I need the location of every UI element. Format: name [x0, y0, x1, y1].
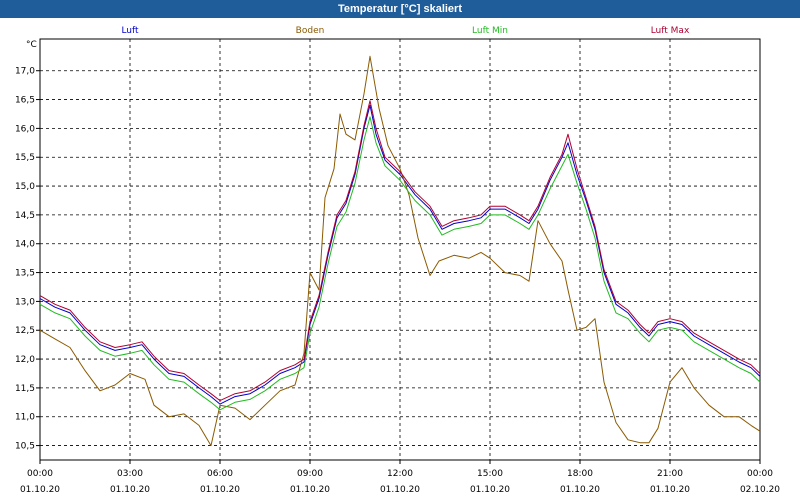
x-tick-time-label: 00:00 [747, 469, 773, 479]
y-tick-label: 10,5 [15, 442, 35, 452]
x-tick-time-label: 18:00 [567, 469, 593, 479]
legend-entry: Boden [296, 26, 325, 36]
chart-window-title: Temperatur [°C] skaliert [0, 0, 800, 18]
x-tick-date-label: 01.10.20 [20, 485, 60, 495]
y-tick-label: 12,0 [15, 355, 35, 365]
temperature-chart: Luft Boden Luft Min Luft Max °C 10,5 11,0 11,… [15, 26, 780, 495]
x-tick-date-label: 01.10.20 [470, 485, 510, 495]
x-tick-time-label: 15:00 [477, 469, 503, 479]
x-tick-time-label: 03:00 [117, 469, 143, 479]
x-tick-time-label: 06:00 [207, 469, 233, 479]
x-axis-ticks: 00:00 01.10.20 03:00 01.10.20 06:00 01.10.20 0… [20, 460, 780, 495]
x-tick-date-label: 01.10.20 [650, 485, 690, 495]
y-tick-label: 11,0 [15, 413, 35, 423]
y-tick-label: 15,0 [15, 182, 35, 192]
y-axis-ticks: 10,5 11,0 11,5 12,0 12,5 13,0 13,5 14,0 14,5 15,0… [15, 67, 40, 452]
x-tick-time-label: 00:00 [27, 469, 53, 479]
legend-entry: Luft [121, 26, 139, 36]
legend: Luft Boden Luft Min Luft Max [121, 26, 690, 36]
y-tick-label: 16,0 [15, 124, 35, 134]
legend-entry: Luft Min [472, 26, 508, 36]
x-tick-time-label: 21:00 [657, 469, 683, 479]
x-tick-time-label: 12:00 [387, 469, 413, 479]
x-tick-date-label: 01.10.20 [560, 485, 600, 495]
y-axis-unit-label: °C [26, 40, 37, 50]
y-tick-label: 13,0 [15, 297, 35, 307]
y-tick-label: 12,5 [15, 326, 35, 336]
x-tick-date-label: 02.10.20 [740, 485, 780, 495]
x-tick-date-label: 01.10.20 [380, 485, 420, 495]
y-tick-label: 16,5 [15, 96, 35, 106]
x-tick-date-label: 01.10.20 [110, 485, 150, 495]
grid-lines [40, 39, 760, 460]
x-tick-date-label: 01.10.20 [290, 485, 330, 495]
x-tick-time-label: 09:00 [297, 469, 323, 479]
x-tick-date-label: 01.10.20 [200, 485, 240, 495]
y-tick-label: 14,5 [15, 211, 35, 221]
y-tick-label: 17,0 [15, 67, 35, 77]
y-tick-label: 11,5 [15, 384, 35, 394]
y-tick-label: 14,0 [15, 240, 35, 250]
legend-entry: Luft Max [651, 26, 690, 36]
y-tick-label: 13,5 [15, 269, 35, 279]
y-tick-label: 15,5 [15, 153, 35, 163]
